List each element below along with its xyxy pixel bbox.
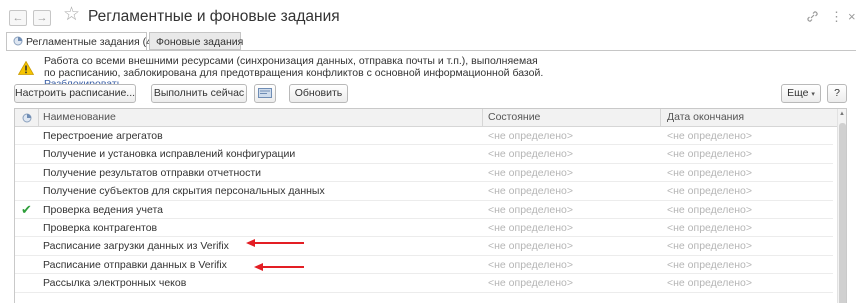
job-end-date: <не определено> [667, 277, 753, 290]
job-name: Рассылка электронных чеков [43, 277, 187, 290]
help-button[interactable]: ? [827, 84, 847, 103]
job-state: <не определено> [488, 258, 574, 271]
table-row[interactable]: Перестроение агрегатов <не определено> <… [15, 127, 833, 146]
back-arrow-icon: ← [12, 12, 24, 24]
job-end-date: <не определено> [667, 148, 753, 161]
refresh-button[interactable]: Обновить [289, 84, 348, 103]
column-header-state[interactable]: Состояние [488, 109, 540, 126]
jobs-table: Наименование Состояние Дата окончания Пе… [14, 108, 847, 303]
more-options-icon[interactable]: ⋮ [830, 10, 843, 24]
forward-button[interactable]: → [33, 10, 51, 26]
job-name: Получение субъектов для скрытия персонал… [43, 185, 325, 198]
schedule-button[interactable]: Настроить расписание... [14, 84, 136, 103]
job-name: Расписание загрузки данных из Verifix [43, 240, 229, 253]
job-state: <не определено> [488, 166, 574, 179]
column-header-name[interactable]: Наименование [43, 109, 116, 126]
vertical-scrollbar[interactable]: ▲ [837, 109, 846, 303]
arrow-head-icon [246, 239, 255, 247]
scrollbar-thumb[interactable] [839, 123, 846, 303]
scroll-up-icon[interactable]: ▲ [839, 111, 845, 117]
column-divider [482, 109, 483, 126]
job-end-date: <не определено> [667, 130, 753, 142]
table-row[interactable]: Получение результатов отправки отчетност… [15, 164, 833, 183]
warning-text: Работа со всеми внешними ресурсами (синх… [44, 55, 544, 79]
job-name: Проверка контрагентов [43, 222, 158, 234]
console-button[interactable] [254, 84, 276, 103]
job-state: <не определено> [488, 203, 574, 216]
job-state: <не определено> [488, 277, 574, 290]
table-row[interactable]: Рассылка электронных чеков <не определен… [15, 274, 833, 293]
clock-icon [13, 36, 23, 46]
job-state: <не определено> [488, 130, 574, 142]
table-header: Наименование Состояние Дата окончания [15, 109, 846, 127]
table-row[interactable]: Получение субъектов для скрытия персонал… [15, 182, 833, 201]
tab-label: Фоновые задания [156, 36, 244, 48]
job-end-date: <не определено> [667, 185, 753, 198]
job-end-date: <не определено> [667, 222, 753, 234]
arrow-head-icon [254, 263, 263, 271]
dropdown-icon: ▾ [811, 91, 815, 98]
column-divider [660, 109, 661, 126]
tab-label: Регламентные задания (44) [26, 36, 162, 48]
job-name: Проверка ведения учета [43, 203, 163, 216]
job-end-date: <не определено> [667, 258, 753, 271]
table-row[interactable]: Проверка контрагентов <не определено> <н… [15, 219, 833, 238]
title-bar: ← → ☆ Регламентные и фоновые задания ⋮ × [0, 0, 868, 33]
job-end-date: <не определено> [667, 240, 753, 253]
forward-arrow-icon: → [36, 12, 48, 24]
close-icon[interactable]: × [848, 10, 856, 24]
annotation-arrow [248, 242, 304, 244]
link-icon[interactable] [806, 10, 819, 26]
job-name: Перестроение агрегатов [43, 130, 163, 142]
job-state: <не определено> [488, 240, 574, 253]
job-state: <не определено> [488, 148, 574, 161]
back-button[interactable]: ← [9, 10, 27, 26]
table-row[interactable]: Расписание отправки данных в Verifix <не… [15, 256, 833, 275]
job-end-date: <не определено> [667, 203, 753, 216]
column-divider [38, 109, 39, 126]
run-now-button[interactable]: Выполнить сейчас [151, 84, 247, 103]
tab-scheduled-jobs[interactable]: Регламентные задания (44) [6, 32, 161, 51]
more-button[interactable]: Еще ▾ [781, 84, 821, 103]
warning-icon [18, 61, 34, 75]
table-row[interactable]: Получение и установка исправлений конфиг… [15, 145, 833, 164]
job-state: <не определено> [488, 185, 574, 198]
favorite-star-icon[interactable]: ☆ [63, 5, 80, 25]
console-icon [258, 88, 272, 98]
job-end-date: <не определено> [667, 166, 753, 179]
column-header-end-date[interactable]: Дата окончания [667, 109, 744, 126]
tab-divider [6, 50, 856, 51]
more-label: Еще [787, 87, 809, 99]
tab-background-jobs[interactable]: Фоновые задания [149, 32, 244, 50]
job-name: Получение результатов отправки отчетност… [43, 166, 262, 179]
page-title: Регламентные и фоновые задания [88, 8, 340, 25]
check-icon: ✔ [21, 201, 32, 217]
table-row[interactable]: Расписание загрузки данных из Verifix <н… [15, 237, 833, 256]
table-row[interactable]: ✔ Проверка ведения учета <не определено>… [15, 201, 833, 219]
job-name: Расписание отправки данных в Verifix [43, 258, 227, 271]
job-name: Получение и установка исправлений конфиг… [43, 148, 296, 161]
job-state: <не определено> [488, 222, 574, 234]
clock-icon [22, 113, 32, 123]
